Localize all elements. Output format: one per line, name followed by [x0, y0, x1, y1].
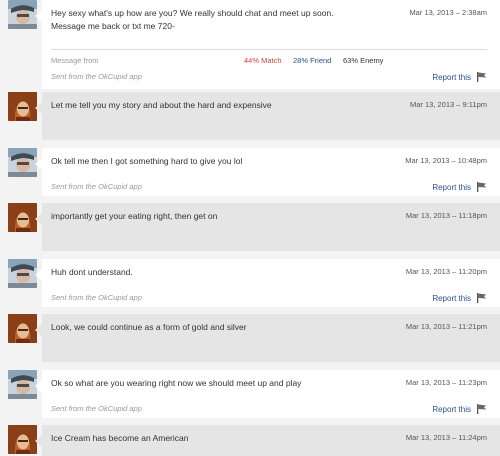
report-label: Report this — [432, 294, 471, 303]
message-text: importantly get your eating right, then … — [51, 211, 218, 221]
avatar-photo-woman — [8, 92, 37, 121]
message-timestamp: Mar 13, 2013 – 9:11pm — [410, 100, 487, 109]
message-item: Let me tell you my story and about the h… — [0, 92, 500, 140]
report-label: Report this — [432, 405, 471, 414]
message-text: Hey sexy what's up how are you? We reall… — [51, 8, 334, 31]
avatar[interactable] — [8, 0, 37, 29]
message-timestamp: Mar 13, 2013 – 11:21pm — [405, 322, 487, 331]
flag-icon[interactable] — [476, 182, 487, 194]
message-item: Hey sexy what's up how are you? We reall… — [0, 0, 500, 89]
avatar-photo-man — [8, 370, 37, 399]
message-bubble: Hey sexy what's up how are you? We reall… — [35, 0, 500, 89]
avatar[interactable] — [8, 148, 37, 177]
message-item: Huh dont understand. Mar 13, 2013 – 11:2… — [0, 259, 500, 307]
message-timestamp: Mar 13, 2013 – 11:18pm — [405, 211, 487, 220]
avatar-photo-man — [8, 0, 37, 29]
message-bubble: Ice Cream has become an American Mar 13,… — [35, 425, 500, 456]
flag-icon[interactable] — [476, 293, 487, 305]
report-label: Report this — [432, 73, 471, 82]
avatar[interactable] — [8, 92, 37, 121]
message-text: Look, we could continue as a form of gol… — [51, 322, 247, 332]
message-item: Look, we could continue as a form of gol… — [0, 314, 500, 362]
friend-percentage: 28% Friend — [293, 56, 332, 65]
avatar[interactable] — [8, 425, 37, 454]
report-link[interactable]: Report this — [432, 182, 487, 194]
message-item: Ok so what are you wearing right now we … — [0, 370, 500, 418]
sent-from-app: Sent from the OkCupid app — [51, 72, 142, 81]
message-text: Huh dont understand. — [51, 267, 133, 277]
message-item: importantly get your eating right, then … — [0, 203, 500, 251]
message-from-label: Message from — [51, 56, 99, 65]
avatar-photo-woman — [8, 203, 37, 232]
message-thread: Hey sexy what's up how are you? We reall… — [0, 0, 500, 456]
sent-from-app: Sent from the OkCupid app — [51, 404, 142, 413]
message-bubble: Ok tell me then I got something hard to … — [35, 148, 500, 196]
avatar[interactable] — [8, 203, 37, 232]
report-link[interactable]: Report this — [432, 72, 487, 84]
message-text: Ok tell me then I got something hard to … — [51, 156, 243, 166]
avatar-photo-man — [8, 259, 37, 288]
message-timestamp: Mar 13, 2013 – 2:38am — [409, 8, 487, 17]
flag-icon[interactable] — [476, 404, 487, 416]
message-bubble: Ok so what are you wearing right now we … — [35, 370, 500, 418]
message-bubble: Let me tell you my story and about the h… — [35, 92, 500, 140]
avatar-photo-man — [8, 148, 37, 177]
enemy-percentage: 63% Enemy — [343, 56, 384, 65]
message-timestamp: Mar 13, 2013 – 10:48pm — [405, 156, 487, 165]
message-timestamp: Mar 13, 2013 – 11:24pm — [405, 433, 487, 442]
message-timestamp: Mar 13, 2013 – 11:23pm — [405, 378, 487, 387]
message-item: Ice Cream has become an American Mar 13,… — [0, 425, 500, 456]
report-link[interactable]: Report this — [432, 404, 487, 416]
message-item: Ok tell me then I got something hard to … — [0, 148, 500, 196]
message-text: Let me tell you my story and about the h… — [51, 100, 272, 110]
avatar[interactable] — [8, 370, 37, 399]
sent-from-app: Sent from the OkCupid app — [51, 182, 142, 191]
flag-icon[interactable] — [476, 72, 487, 84]
message-timestamp: Mar 13, 2013 – 11:20pm — [405, 267, 487, 276]
message-bubble: Huh dont understand. Mar 13, 2013 – 11:2… — [35, 259, 500, 307]
report-link[interactable]: Report this — [432, 293, 487, 305]
message-bubble: importantly get your eating right, then … — [35, 203, 500, 251]
avatar[interactable] — [8, 314, 37, 343]
avatar[interactable] — [8, 259, 37, 288]
message-bubble: Look, we could continue as a form of gol… — [35, 314, 500, 362]
message-text: Ice Cream has become an American — [51, 433, 189, 443]
divider — [51, 49, 487, 50]
avatar-photo-woman — [8, 314, 37, 343]
sent-from-app: Sent from the OkCupid app — [51, 293, 142, 302]
message-text: Ok so what are you wearing right now we … — [51, 378, 302, 388]
avatar-photo-woman — [8, 425, 37, 454]
report-label: Report this — [432, 183, 471, 192]
match-percentage: 44% Match — [244, 56, 282, 65]
